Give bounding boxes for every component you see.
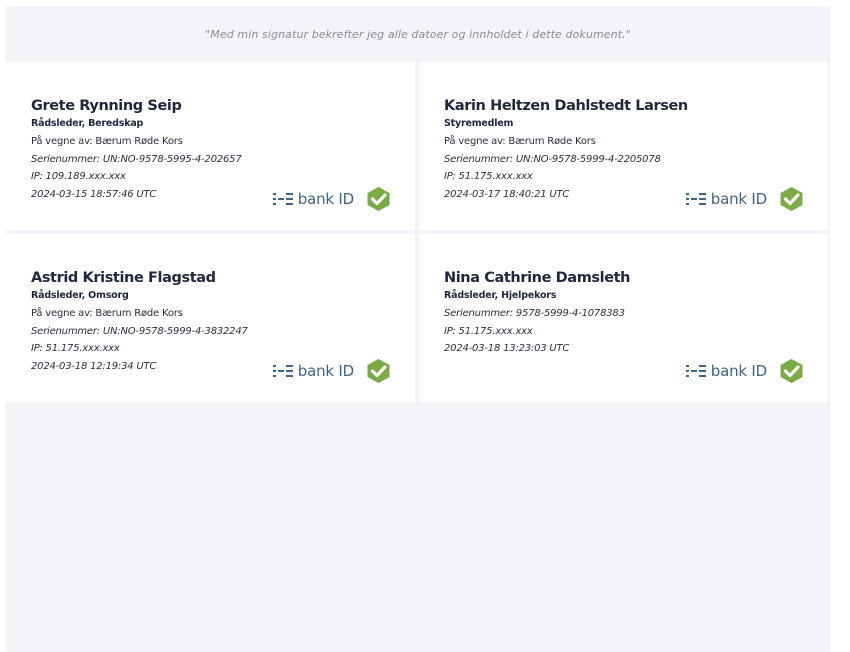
signer-timestamp: 2024-03-17 18:40:21 UTC: [444, 188, 570, 200]
signer-ip: IP: 109.189.xxx.xxx: [31, 171, 126, 182]
signature-card: Astrid Kristine Flagstad Rådsleder, Omso…: [6, 234, 415, 402]
signer-info: Nina Cathrine Damsleth Rådsleder, Hjelpe…: [444, 270, 630, 358]
bankid-label: bank ID: [710, 362, 767, 380]
bankid-badge: bank ID: [272, 358, 391, 384]
signer-ip: IP: 51.175.xxx.xxx: [444, 171, 533, 182]
signer-role: Rådsleder, Omsorg: [31, 290, 129, 301]
bankid-logo-icon: [272, 193, 293, 205]
signer-name: Grete Rynning Seip: [31, 98, 182, 114]
signer-serial: Serienummer: UN:NO-9578-5999-4-3832247: [31, 325, 248, 337]
bankid-label: bank ID: [297, 190, 354, 208]
verified-check-icon: [780, 187, 803, 211]
signer-on-behalf: På vegne av: Bærum Røde Kors: [31, 308, 183, 319]
verified-check-icon: [367, 359, 390, 383]
bankid-label: bank ID: [710, 190, 767, 208]
verified-check-icon: [367, 187, 390, 211]
signer-ip: IP: 51.175.xxx.xxx: [444, 325, 533, 337]
bankid-logo-icon: [685, 193, 706, 205]
signature-statement: "Med min signatur bekrefter jeg alle dat…: [205, 28, 631, 41]
signer-role: Rådsleder, Hjelpekors: [444, 290, 557, 301]
signer-role: Rådsleder, Beredskap: [31, 118, 144, 129]
verified-check-icon: [780, 359, 803, 383]
signer-name: Astrid Kristine Flagstad: [31, 270, 216, 286]
signer-timestamp: 2024-03-18 12:19:34 UTC: [31, 360, 157, 372]
signer-timestamp: 2024-03-18 13:23:03 UTC: [444, 343, 570, 354]
signer-serial: Serienummer: 9578-5999-4-1078383: [444, 308, 625, 319]
signer-serial: Serienummer: UN:NO-9578-5999-4-2205078: [444, 153, 661, 165]
bankid-logo-icon: [685, 365, 706, 377]
bankid-badge: bank ID: [272, 186, 391, 212]
signature-card: Grete Rynning Seip Rådsleder, Beredskap …: [6, 62, 415, 230]
bankid-label: bank ID: [297, 362, 354, 380]
signature-card: Nina Cathrine Damsleth Rådsleder, Hjelpe…: [419, 234, 828, 402]
signer-info: Karin Heltzen Dahlstedt Larsen Styremedl…: [444, 98, 688, 203]
signature-page: "Med min signatur bekrefter jeg alle dat…: [6, 6, 830, 652]
signer-ip: IP: 51.175.xxx.xxx: [31, 343, 120, 354]
signer-name: Karin Heltzen Dahlstedt Larsen: [444, 98, 688, 114]
signer-info: Grete Rynning Seip Rådsleder, Beredskap …: [31, 98, 242, 203]
signer-name: Nina Cathrine Damsleth: [444, 270, 631, 286]
bankid-badge: bank ID: [685, 358, 804, 384]
signer-role: Styremedlem: [444, 118, 514, 129]
bankid-logo-icon: [272, 365, 293, 377]
signer-on-behalf: På vegne av: Bærum Røde Kors: [444, 136, 596, 147]
signer-timestamp: 2024-03-15 18:57:46 UTC: [31, 188, 157, 200]
signature-card: Karin Heltzen Dahlstedt Larsen Styremedl…: [419, 62, 828, 230]
signer-serial: Serienummer: UN:NO-9578-5995-4-202657: [31, 153, 242, 165]
signer-on-behalf: På vegne av: Bærum Røde Kors: [31, 136, 183, 147]
signer-info: Astrid Kristine Flagstad Rådsleder, Omso…: [31, 270, 248, 375]
bankid-badge: bank ID: [685, 186, 804, 212]
